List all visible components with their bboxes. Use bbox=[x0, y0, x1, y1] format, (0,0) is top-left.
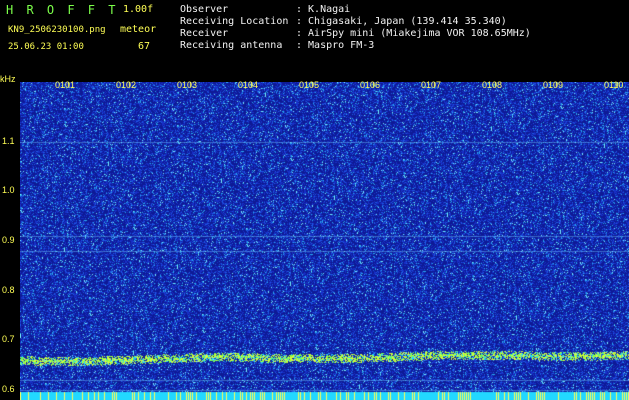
location-label: Receiving Location bbox=[180, 16, 289, 27]
receiver-value: : AirSpy mini (Miakejima VOR 108.65MHz) bbox=[296, 28, 531, 39]
version-label: 1.00f bbox=[123, 4, 154, 15]
spectrogram bbox=[20, 82, 629, 400]
minute-tick-label: 0102 bbox=[116, 80, 137, 90]
meteor-label: meteor bbox=[120, 24, 157, 35]
antenna-value: : Maspro FM-3 bbox=[296, 40, 375, 51]
observer-label: Observer bbox=[180, 4, 229, 15]
location-value: : Chigasaki, Japan (139.414 35.340) bbox=[296, 16, 507, 27]
khz-tick-label: 1.0 bbox=[2, 185, 15, 196]
observer-value: : K.Nagai bbox=[296, 4, 351, 15]
meteor-count: 67 bbox=[138, 41, 151, 52]
receiver-label: Receiver bbox=[180, 28, 229, 39]
khz-tick-label: 1.1 bbox=[2, 135, 15, 146]
antenna-label: Receiving antenna bbox=[180, 40, 283, 51]
minute-tick-label: 0106 bbox=[360, 80, 381, 90]
khz-tick-label: 0.8 bbox=[2, 284, 15, 295]
khz-tick-label: 0.6 bbox=[2, 384, 15, 395]
ylabel-khz: kHz bbox=[0, 74, 16, 84]
minute-tick-label: 0104 bbox=[238, 80, 259, 90]
filename-label: KN9_2506230100.png bbox=[8, 25, 106, 35]
datetime-label: 25.06.23 01:00 bbox=[8, 42, 84, 52]
minute-tick-label: 0108 bbox=[482, 80, 503, 90]
minute-tick-label: 0101 bbox=[55, 80, 76, 90]
minute-tick-label: 0110 bbox=[604, 80, 624, 90]
khz-tick-label: 0.7 bbox=[2, 334, 15, 345]
hrofft-screen: H R O F F T 1.00f KN9_2506230100.png met… bbox=[0, 0, 629, 400]
khz-tick-label: 0.9 bbox=[2, 235, 15, 245]
app-name: H R O F F T bbox=[6, 3, 119, 17]
minute-tick-label: 0103 bbox=[177, 80, 198, 90]
minute-tick-label: 0107 bbox=[421, 80, 442, 90]
minute-tick-label: 0109 bbox=[543, 80, 564, 90]
minute-tick-label: 0105 bbox=[299, 80, 320, 90]
